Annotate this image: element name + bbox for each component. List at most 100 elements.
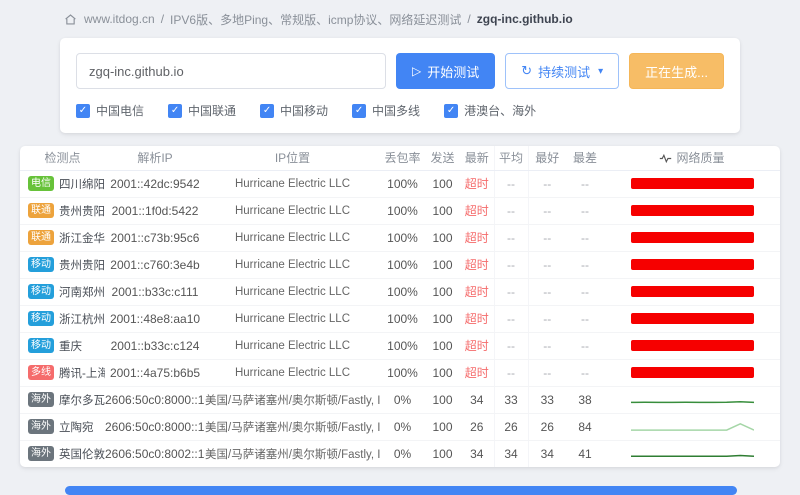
header-latest: 最新 bbox=[460, 146, 494, 170]
breadcrumb: www.itdog.cn / IPV6版、多地Ping、常规版、icmp协议、网… bbox=[64, 11, 800, 27]
start-test-label: 开始测试 bbox=[427, 62, 479, 81]
node-name: 贵州贵阳 bbox=[59, 206, 105, 218]
filter-overseas[interactable]: ✓ 港澳台、海外 bbox=[444, 102, 536, 119]
worst-ping: -- bbox=[566, 197, 604, 224]
latest-ping: 超时 bbox=[460, 170, 494, 197]
carrier-badge: 移动 bbox=[28, 338, 54, 353]
ip-location: Hurricane Electric LLC bbox=[205, 359, 380, 386]
worst-ping: 38 bbox=[566, 386, 604, 413]
table-row: 移动河南郑州 2001::b33c:c111 Hurricane Electri… bbox=[20, 278, 780, 305]
header-node: 检测点 bbox=[20, 146, 105, 170]
best-ping: -- bbox=[528, 332, 566, 359]
generating-button[interactable]: 正在生成... bbox=[629, 53, 724, 89]
filter-china-telecom[interactable]: ✓ 中国电信 bbox=[76, 102, 144, 119]
carrier-badge: 海外 bbox=[28, 419, 54, 434]
latest-ping: 34 bbox=[460, 440, 494, 467]
start-test-button[interactable]: ▷ 开始测试 bbox=[396, 53, 495, 89]
sent-count: 100 bbox=[425, 440, 460, 467]
latest-ping: 超时 bbox=[460, 224, 494, 251]
filter-china-unicom[interactable]: ✓ 中国联通 bbox=[168, 102, 236, 119]
resolved-ip: 2001::b33c:c111 bbox=[105, 278, 205, 305]
node-name: 摩尔多瓦 bbox=[59, 395, 105, 407]
search-card: ▷ 开始测试 ↻ 持续测试 ▾ 正在生成... ✓ 中国电信 ✓ 中国联通 ✓ … bbox=[60, 38, 740, 133]
sent-count: 100 bbox=[425, 197, 460, 224]
checkbox-checked-icon: ✓ bbox=[260, 104, 274, 118]
best-ping: -- bbox=[528, 251, 566, 278]
packet-loss: 100% bbox=[380, 305, 425, 332]
filter-china-mobile[interactable]: ✓ 中国移动 bbox=[260, 102, 328, 119]
resolved-ip: 2001::1f0d:5422 bbox=[105, 197, 205, 224]
breadcrumb-site-link[interactable]: www.itdog.cn bbox=[84, 12, 155, 26]
node-name: 立陶宛 bbox=[59, 422, 94, 434]
table-row: 联通浙江金华 2001::c73b:95c6 Hurricane Electri… bbox=[20, 224, 780, 251]
network-quality-indicator bbox=[604, 198, 780, 224]
loop-icon: ↻ bbox=[521, 63, 532, 79]
carrier-badge: 海外 bbox=[28, 392, 54, 407]
ip-location: Hurricane Electric LLC bbox=[205, 170, 380, 197]
avg-ping: -- bbox=[494, 170, 528, 197]
home-icon bbox=[64, 13, 77, 26]
packet-loss: 0% bbox=[380, 440, 425, 467]
network-quality-indicator bbox=[604, 252, 780, 278]
table-row: 海外立陶宛 2606:50c0:8000::153 美国/马萨诸塞州/奥尔斯顿/… bbox=[20, 413, 780, 440]
latest-ping: 超时 bbox=[460, 332, 494, 359]
best-ping: -- bbox=[528, 224, 566, 251]
breadcrumb-separator: / bbox=[467, 12, 470, 26]
network-quality-indicator bbox=[604, 360, 780, 386]
carrier-filters: ✓ 中国电信 ✓ 中国联通 ✓ 中国移动 ✓ 中国多线 ✓ 港澳台、海外 bbox=[76, 102, 724, 119]
latest-ping: 超时 bbox=[460, 305, 494, 332]
avg-ping: -- bbox=[494, 224, 528, 251]
carrier-badge: 海外 bbox=[28, 446, 54, 461]
results-table-card: 检测点 解析IP IP位置 丢包率 发送 最新 平均 最好 最差 网络质量 bbox=[20, 146, 780, 467]
target-host-input[interactable] bbox=[76, 53, 386, 89]
best-ping: 33 bbox=[528, 386, 566, 413]
ip-location: Hurricane Electric LLC bbox=[205, 197, 380, 224]
carrier-badge: 移动 bbox=[28, 257, 54, 272]
checkbox-checked-icon: ✓ bbox=[76, 104, 90, 118]
latest-ping: 超时 bbox=[460, 197, 494, 224]
latest-ping: 超时 bbox=[460, 251, 494, 278]
header-ip-location: IP位置 bbox=[205, 146, 380, 170]
breadcrumb-path-link[interactable]: IPV6版、多地Ping、常规版、icmp协议、网络延迟测试 bbox=[170, 11, 461, 28]
header-resolved-ip: 解析IP bbox=[105, 146, 205, 170]
sent-count: 100 bbox=[425, 332, 460, 359]
ip-location: Hurricane Electric LLC bbox=[205, 224, 380, 251]
avg-ping: -- bbox=[494, 332, 528, 359]
carrier-badge: 移动 bbox=[28, 284, 54, 299]
filter-label: 港澳台、海外 bbox=[464, 102, 536, 119]
node-name: 浙江金华 bbox=[59, 233, 105, 245]
worst-ping: -- bbox=[566, 359, 604, 386]
continuous-test-button[interactable]: ↻ 持续测试 ▾ bbox=[505, 53, 619, 89]
ip-location: 美国/马萨诸塞州/奥尔斯顿/Fastly, Inc. bbox=[205, 413, 380, 440]
sent-count: 100 bbox=[425, 413, 460, 440]
carrier-badge: 联通 bbox=[28, 230, 54, 245]
sent-count: 100 bbox=[425, 278, 460, 305]
filter-china-multiline[interactable]: ✓ 中国多线 bbox=[352, 102, 420, 119]
header-packet-loss: 丢包率 bbox=[380, 146, 425, 170]
checkbox-checked-icon: ✓ bbox=[352, 104, 366, 118]
sent-count: 100 bbox=[425, 305, 460, 332]
test-progress-bar bbox=[65, 486, 737, 495]
node-name: 浙江杭州 bbox=[59, 314, 105, 326]
packet-loss: 100% bbox=[380, 332, 425, 359]
worst-ping: -- bbox=[566, 170, 604, 197]
sent-count: 100 bbox=[425, 224, 460, 251]
network-quality-indicator bbox=[604, 333, 780, 359]
packet-loss: 100% bbox=[380, 170, 425, 197]
network-quality-indicator bbox=[604, 306, 780, 332]
avg-ping: -- bbox=[494, 197, 528, 224]
header-network-quality: 网络质量 bbox=[604, 146, 780, 170]
latest-ping: 26 bbox=[460, 413, 494, 440]
continuous-test-label: 持续测试 bbox=[538, 62, 590, 81]
node-name: 四川绵阳 bbox=[59, 179, 105, 191]
resolved-ip: 2001::b33c:c124 bbox=[105, 332, 205, 359]
best-ping: -- bbox=[528, 305, 566, 332]
sent-count: 100 bbox=[425, 170, 460, 197]
carrier-badge: 多线 bbox=[28, 365, 54, 380]
sent-count: 100 bbox=[425, 251, 460, 278]
resolved-ip: 2606:50c0:8000::153 bbox=[105, 386, 205, 413]
search-row: ▷ 开始测试 ↻ 持续测试 ▾ 正在生成... bbox=[76, 53, 724, 89]
breadcrumb-current: zgq-inc.github.io bbox=[477, 12, 573, 26]
node-name: 重庆 bbox=[59, 341, 82, 353]
header-worst: 最差 bbox=[566, 146, 604, 170]
